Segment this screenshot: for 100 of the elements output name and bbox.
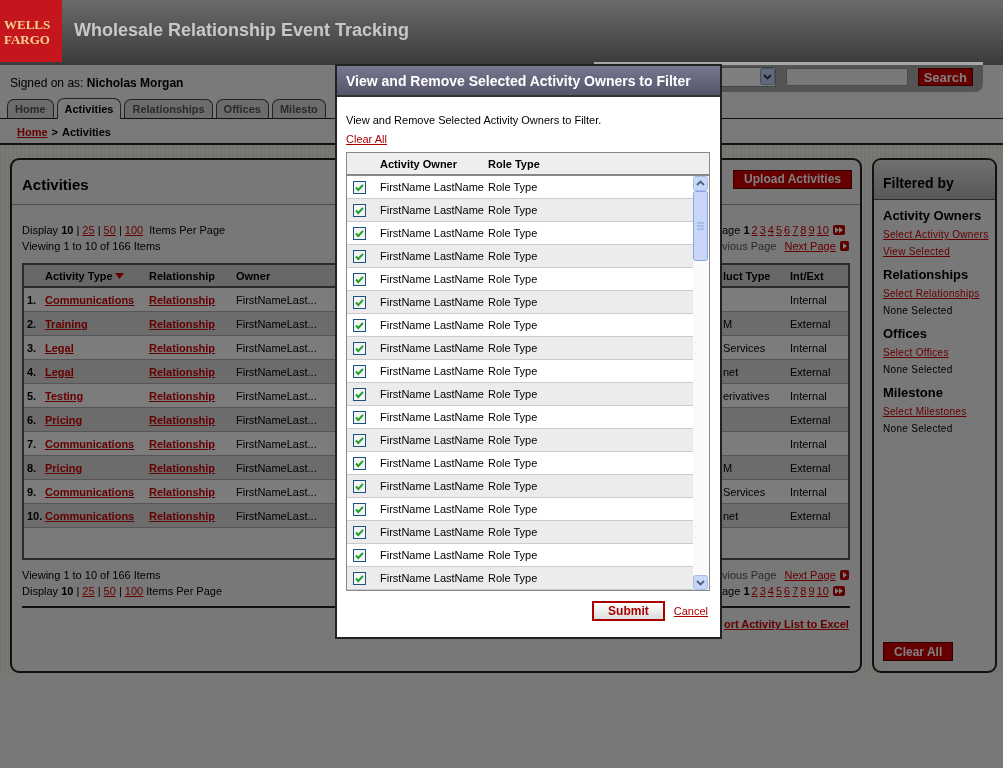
last-page-icon[interactable] bbox=[832, 225, 845, 235]
activity-type-link[interactable]: Communications bbox=[45, 509, 135, 522]
page-link[interactable]: 5 bbox=[775, 584, 783, 598]
tab[interactable]: Offices bbox=[215, 99, 269, 118]
display-options: Display 10 | 25 | 50 | 100 Items Per Page bbox=[22, 584, 223, 598]
search-field[interactable] bbox=[785, 68, 908, 86]
next-page-icon[interactable] bbox=[839, 241, 849, 251]
page-link[interactable]: 2 bbox=[751, 584, 758, 598]
breadcrumb-link[interactable]: Home bbox=[17, 126, 48, 138]
page-link[interactable]: 2 bbox=[751, 223, 758, 237]
page-link[interactable]: 4 bbox=[767, 223, 774, 237]
table-cell-text: External bbox=[790, 317, 832, 330]
column-header[interactable]: Activity Type bbox=[45, 269, 149, 282]
checkbox[interactable] bbox=[353, 295, 366, 309]
next-page-icon[interactable] bbox=[839, 570, 849, 580]
page-link[interactable]: 7 bbox=[792, 223, 799, 237]
scrollbar-thumb[interactable] bbox=[693, 191, 708, 261]
page-size-link[interactable]: 50 bbox=[103, 584, 116, 598]
activity-type-link[interactable]: Communications bbox=[45, 293, 135, 306]
tab[interactable]: Activities bbox=[56, 98, 122, 119]
column-header[interactable]: luct Type bbox=[723, 269, 790, 282]
page-link[interactable]: 3 bbox=[759, 584, 766, 598]
submit-button[interactable]: Submit bbox=[592, 601, 665, 621]
relationship-link[interactable]: Relationship bbox=[149, 437, 215, 450]
page-link[interactable]: 7 bbox=[792, 584, 799, 598]
page-size-link[interactable]: 25 bbox=[82, 584, 95, 598]
relationship-link[interactable]: Relationship bbox=[149, 341, 215, 354]
relationship-link[interactable]: Relationship bbox=[149, 293, 215, 306]
upload-button[interactable]: Upload Activities bbox=[733, 169, 852, 189]
column-header[interactable]: Owner bbox=[236, 269, 330, 282]
filter-link[interactable]: Select Offices bbox=[883, 347, 949, 358]
tab[interactable]: Relationships bbox=[124, 99, 213, 118]
page-link[interactable]: 6 bbox=[784, 223, 791, 237]
tab[interactable]: Home bbox=[7, 99, 54, 118]
checkbox[interactable] bbox=[353, 272, 366, 286]
clear-all-link[interactable]: Clear All bbox=[346, 133, 387, 145]
activity-type-link[interactable]: Communications bbox=[45, 437, 135, 450]
checkbox[interactable] bbox=[353, 502, 366, 516]
page-link[interactable]: 4 bbox=[767, 584, 774, 598]
relationship-link[interactable]: Relationship bbox=[149, 485, 215, 498]
activity-type-link[interactable]: Testing bbox=[45, 389, 84, 402]
checkbox[interactable] bbox=[353, 548, 366, 562]
activity-type-link[interactable]: Legal bbox=[45, 341, 74, 354]
role-type: Role Type bbox=[488, 227, 539, 239]
checkbox[interactable] bbox=[353, 387, 366, 401]
page-size-link[interactable]: 50 bbox=[103, 223, 116, 237]
page-link[interactable]: 5 bbox=[775, 223, 783, 237]
page-link[interactable]: 8 bbox=[800, 223, 807, 237]
next-page-link[interactable]: Next Page bbox=[784, 239, 836, 253]
page-size-link[interactable]: 25 bbox=[82, 223, 95, 237]
checkbox[interactable] bbox=[353, 226, 366, 240]
scroll-down-button[interactable] bbox=[693, 575, 708, 590]
checkbox[interactable] bbox=[353, 341, 366, 355]
checkbox[interactable] bbox=[353, 525, 366, 539]
activity-type-link[interactable]: Communications bbox=[45, 485, 135, 498]
page-size-link[interactable]: 100 bbox=[124, 223, 144, 237]
relationship-link[interactable]: Relationship bbox=[149, 365, 215, 378]
page-link[interactable]: 6 bbox=[784, 584, 791, 598]
relationship-link[interactable]: Relationship bbox=[149, 317, 215, 330]
checkbox[interactable] bbox=[353, 571, 366, 585]
filter-link[interactable]: Select Activity Owners bbox=[883, 229, 989, 240]
checkbox[interactable] bbox=[353, 249, 366, 263]
page-link[interactable]: 10 bbox=[816, 223, 829, 237]
column-header[interactable]: Relationship bbox=[149, 269, 236, 282]
column-header: Role Type bbox=[488, 157, 541, 170]
page-link[interactable]: 10 bbox=[816, 584, 829, 598]
scroll-up-button[interactable] bbox=[693, 176, 708, 191]
relationship-link[interactable]: Relationship bbox=[149, 389, 215, 402]
page-link[interactable]: 9 bbox=[808, 223, 815, 237]
activity-type-link[interactable]: Pricing bbox=[45, 461, 83, 474]
checkbox[interactable] bbox=[353, 180, 366, 194]
page-link[interactable]: 9 bbox=[808, 584, 815, 598]
search-button[interactable]: Search bbox=[917, 68, 973, 86]
next-page-link[interactable]: Next Page bbox=[784, 568, 836, 582]
checkbox[interactable] bbox=[353, 318, 366, 332]
filter-link[interactable]: Select Relationships bbox=[883, 288, 980, 299]
row-number: 10. bbox=[26, 509, 44, 522]
checkbox[interactable] bbox=[353, 433, 366, 447]
checkbox[interactable] bbox=[353, 364, 366, 378]
cancel-link[interactable]: Cancel bbox=[673, 605, 708, 617]
checkbox[interactable] bbox=[353, 203, 366, 217]
last-page-icon[interactable] bbox=[832, 586, 845, 596]
page-size-link[interactable]: 100 bbox=[124, 584, 144, 598]
checkbox[interactable] bbox=[353, 479, 366, 493]
page-link[interactable]: 3 bbox=[759, 223, 766, 237]
checkbox[interactable] bbox=[353, 456, 366, 470]
activity-type-link[interactable]: Training bbox=[45, 317, 88, 330]
relationship-link[interactable]: Relationship bbox=[149, 461, 215, 474]
page-link[interactable]: 8 bbox=[800, 584, 807, 598]
filter-link[interactable]: View Selected bbox=[883, 246, 951, 257]
column-header[interactable]: Int/Ext bbox=[790, 269, 848, 282]
checkbox[interactable] bbox=[353, 410, 366, 424]
activity-type-link[interactable]: Pricing bbox=[45, 413, 83, 426]
tab[interactable]: Milesto bbox=[271, 99, 326, 118]
relationship-link[interactable]: Relationship bbox=[149, 413, 215, 426]
clear-all-button[interactable]: Clear All bbox=[883, 642, 954, 661]
activity-type-link[interactable]: Legal bbox=[45, 365, 74, 378]
relationship-link[interactable]: Relationship bbox=[149, 509, 215, 522]
filter-link[interactable]: Select Milestones bbox=[883, 406, 967, 417]
export-link[interactable]: ort Activity List to Excel bbox=[724, 618, 849, 630]
